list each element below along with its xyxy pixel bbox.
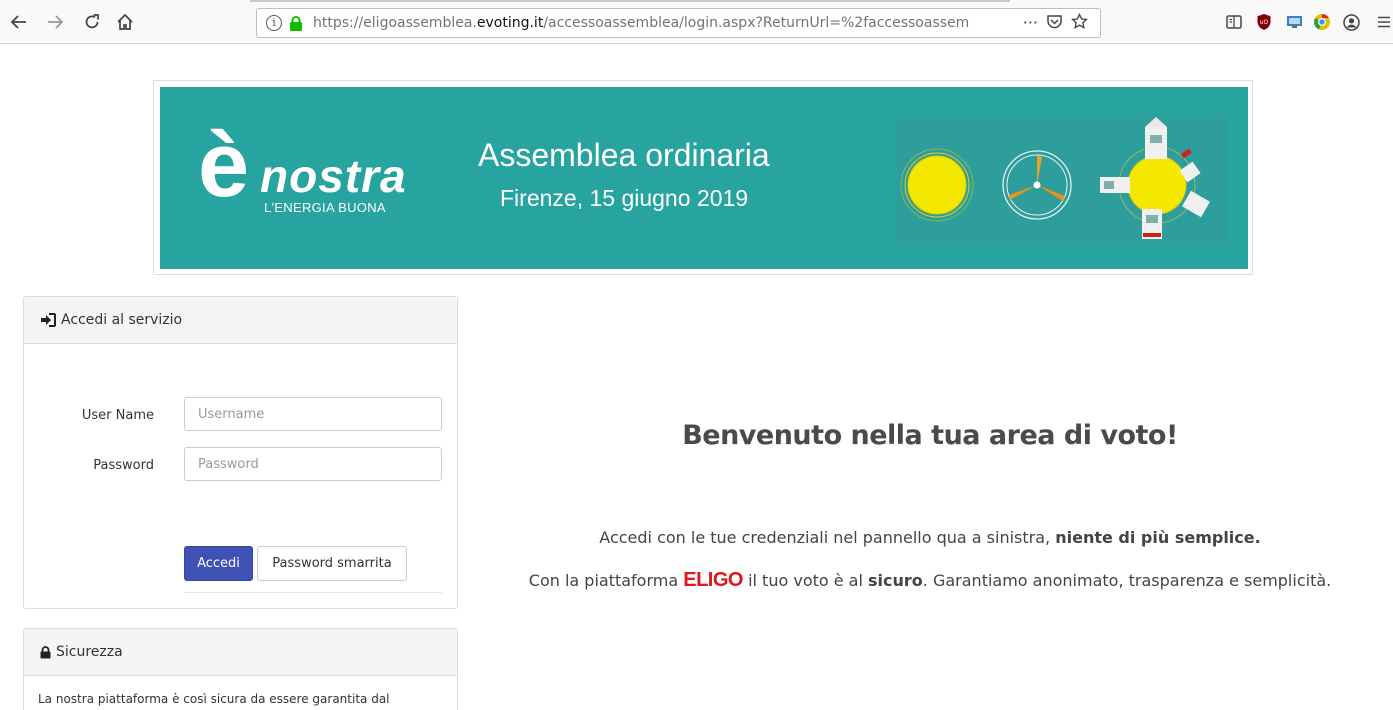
username-label: User Name [81, 408, 154, 423]
pocket-icon[interactable] [1046, 13, 1063, 30]
welcome-line-1-bold: niente di più semplice. [1055, 528, 1261, 547]
form-divider [184, 592, 442, 593]
reader-view-icon[interactable] [1225, 13, 1243, 31]
forward-arrow-icon [48, 15, 64, 29]
bookmark-star-icon[interactable] [1071, 13, 1088, 30]
security-text: La nostra piattaforma è così sicura da e… [38, 692, 390, 706]
event-banner: è nostra L'ENERGIA BUONA Assemblea ordin… [160, 87, 1248, 269]
welcome-title: Benvenuto nella tua area di voto! [682, 420, 1178, 451]
welcome-line-1: Accedi con le tue credenziali nel pannel… [470, 528, 1390, 547]
url-path: /accessoassemblea/login.aspx?ReturnUrl=%… [543, 15, 970, 31]
screen-extension-icon[interactable] [1285, 13, 1303, 31]
account-icon[interactable] [1342, 13, 1360, 31]
login-button[interactable]: Accedi [184, 546, 253, 581]
logo-tagline: L'ENERGIA BUONA [264, 200, 386, 215]
welcome-line-2-mid: il tuo voto è al [748, 571, 863, 590]
url-text[interactable]: https://eligoassemblea.evoting.it/access… [313, 15, 1003, 31]
logo-wordmark: nostra [260, 150, 407, 202]
banner-title: Assemblea ordinaria [478, 137, 770, 173]
welcome-line-2: Con la piattaforma ELIGO il tuo voto è a… [490, 566, 1370, 595]
url-domain: evoting.it [476, 15, 544, 31]
logo-mark: è [198, 114, 250, 216]
welcome-line-2-bold: sicuro [868, 571, 923, 590]
security-panel-title: Sicurezza [56, 644, 123, 660]
reload-button[interactable] [80, 10, 104, 34]
wind-turbine-icon [1002, 150, 1072, 220]
chrome-like-extension-icon[interactable] [1313, 13, 1331, 31]
back-button[interactable] [6, 10, 30, 34]
login-panel: Accedi al servizio User Name Password Ac… [23, 296, 458, 609]
login-panel-title: Accedi al servizio [61, 312, 183, 328]
lock-icon [40, 645, 51, 658]
back-arrow-icon [10, 15, 26, 29]
svg-text:uO: uO [1260, 19, 1269, 26]
energy-illustration [897, 115, 1227, 245]
eligo-logo: ELIGO [683, 569, 743, 591]
password-label: Password [93, 458, 154, 473]
welcome-line-2-pre: Con la piattaforma [528, 571, 679, 590]
security-panel: Sicurezza La nostra piattaforma è così s… [23, 628, 458, 710]
welcome-line-1-text: Accedi con le tue credenziali nel pannel… [599, 528, 1051, 547]
sign-in-icon [41, 313, 56, 327]
menu-icon[interactable] [1375, 13, 1393, 31]
home-button[interactable] [113, 10, 137, 34]
welcome-line-2-post: . Garantiamo anonimato, trasparenza e se… [922, 571, 1332, 590]
reload-icon [85, 14, 99, 29]
site-info-icon[interactable]: i [266, 15, 282, 31]
sun-icon [900, 148, 974, 222]
forgot-password-button[interactable]: Password smarrita [257, 546, 407, 581]
tab-strip-line [250, 0, 1010, 2]
username-input[interactable] [184, 397, 442, 431]
login-panel-heading: Accedi al servizio [24, 297, 457, 344]
password-input[interactable] [184, 447, 442, 481]
banner-frame: è nostra L'ENERGIA BUONA Assemblea ordin… [153, 80, 1253, 275]
security-panel-heading: Sicurezza [24, 629, 457, 676]
address-bar[interactable]: i https://eligoassemblea.evoting.it/acce… [256, 8, 1101, 38]
ublock-icon[interactable]: uO [1255, 13, 1273, 31]
lock-icon [290, 16, 302, 31]
address-bar-actions: ··· [1023, 13, 1088, 32]
home-icon [117, 13, 133, 30]
more-actions-icon[interactable]: ··· [1023, 13, 1038, 32]
banner-subtitle: Firenze, 15 giugno 2019 [500, 185, 749, 211]
city-planet-icon [1100, 117, 1211, 239]
browser-toolbar: i https://eligoassemblea.evoting.it/acce… [0, 0, 1393, 44]
forward-button[interactable] [44, 10, 68, 34]
